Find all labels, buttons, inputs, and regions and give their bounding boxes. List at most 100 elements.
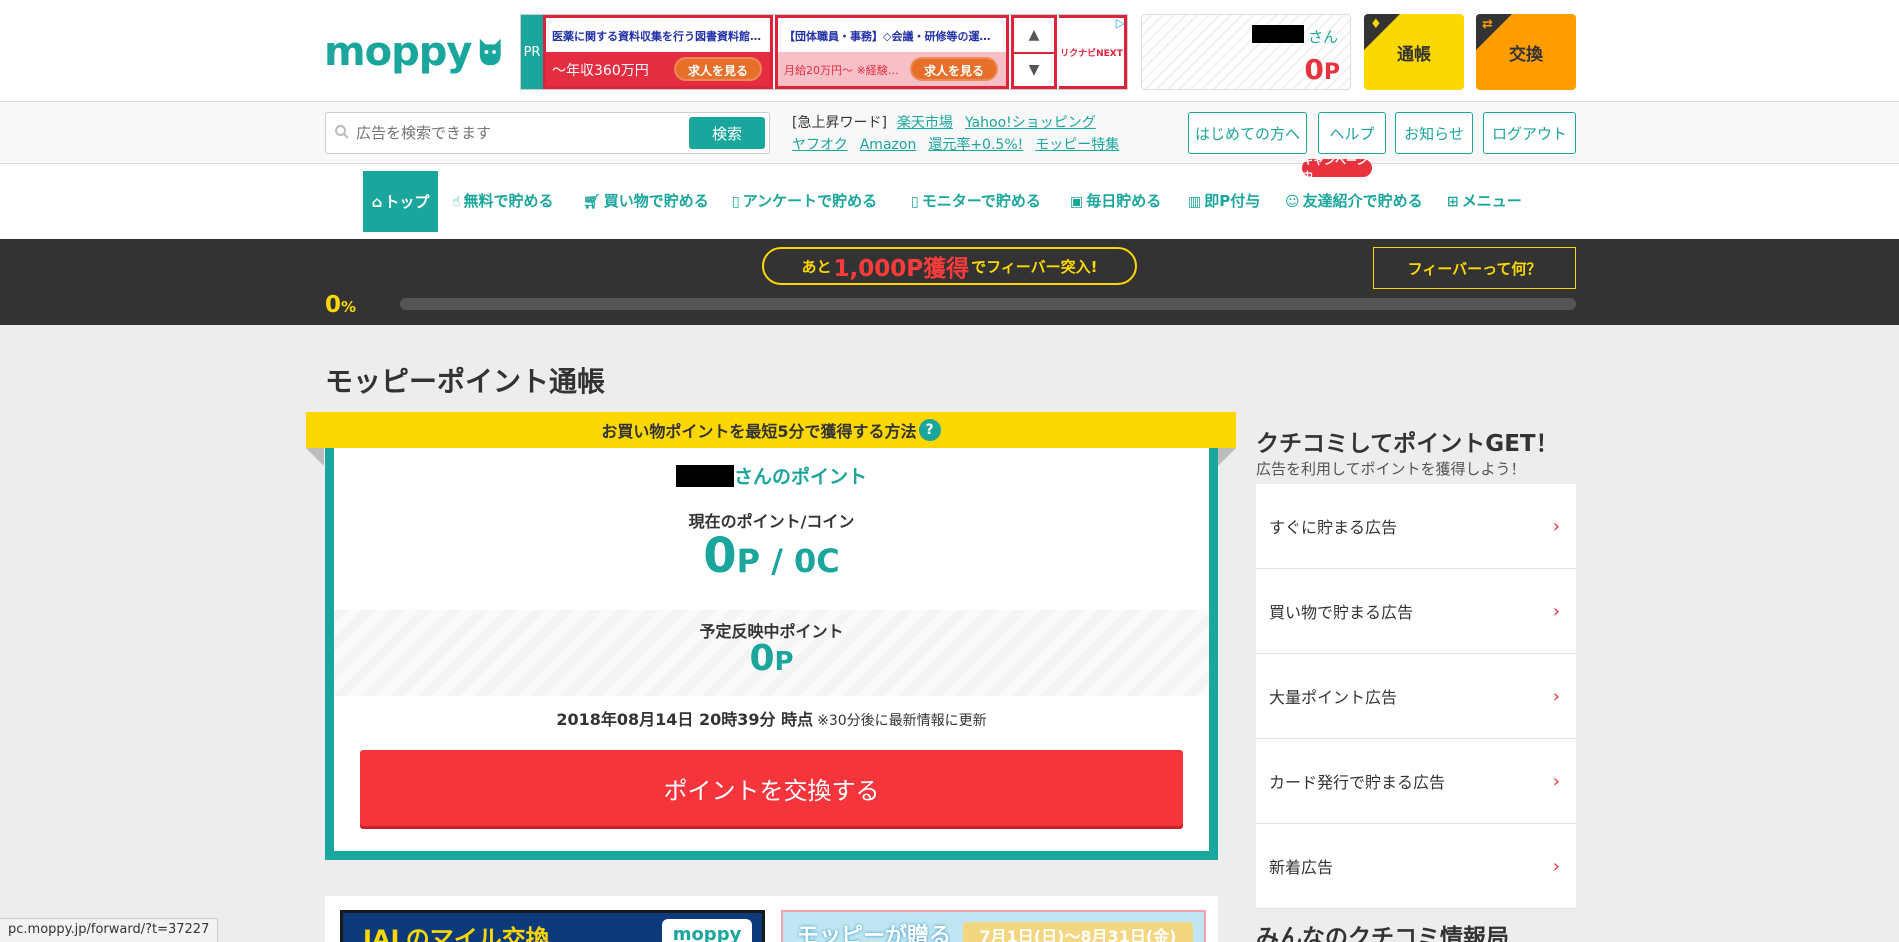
keyword-link[interactable]: Amazon — [860, 137, 917, 153]
points-holder: さんのポイント — [334, 462, 1209, 489]
sidebar-ad-categories: すぐに貯まる広告 › 買い物で貯まる広告 › 大量ポイント広告 › カード発行で貯まる… — [1256, 484, 1576, 909]
fever-percent: 0% — [325, 292, 357, 318]
redacted-username — [1252, 25, 1304, 43]
logo-text: moppy — [324, 29, 472, 75]
nav-instant[interactable]: ▥ 即P付与 — [1188, 190, 1260, 211]
ad-pr-label: PR — [521, 15, 543, 89]
nav-monitor[interactable]: ▯ モニターで貯める — [911, 190, 1041, 211]
user-points-box[interactable]: さん 0P — [1141, 14, 1351, 90]
banner-area: JALのマイル交換 moppy モッピーが贈る 7月1日(日)〜8月31日(金) — [325, 896, 1218, 942]
keyword-link[interactable]: Yahoo!ショッピング — [965, 115, 1096, 131]
ad-choices-icon[interactable]: ▷ — [1116, 16, 1125, 30]
menu-grid-icon: ⊞ — [1447, 194, 1459, 210]
sidebar-item-instant[interactable]: すぐに貯まる広告 › — [1256, 484, 1576, 569]
nav-daily[interactable]: ▣ 毎日貯める — [1070, 190, 1161, 211]
keyword-link[interactable]: モッピー特集 — [1035, 137, 1119, 153]
points-timestamp: 2018年08月14日 20時39分 時点 ※30分後に最新情報に更新 — [334, 706, 1209, 730]
keyword-link[interactable]: 楽天市場 — [897, 115, 953, 131]
piggy-bank-icon: ♦ — [1370, 17, 1382, 32]
chevron-right-icon: › — [1552, 770, 1560, 792]
summer-campaign-banner[interactable]: モッピーが贈る 7月1日(日)〜8月31日(金) — [781, 910, 1206, 942]
friends-icon: ☺ — [1285, 194, 1300, 210]
sidebar-item-label: 買い物で貯まる広告 — [1269, 603, 1414, 622]
redacted-username — [675, 465, 734, 487]
exchange-icon: ⇄ — [1482, 17, 1493, 32]
chevron-right-icon: › — [1552, 855, 1560, 877]
summer-banner-text: モッピーが贈る — [797, 924, 952, 942]
ad-2-salary: 月給20万円〜 ※経験… — [784, 64, 899, 77]
summer-banner-dates: 7月1日(日)〜8月31日(金) — [963, 922, 1193, 942]
nav-shopping[interactable]: 🛒︎ 買い物で貯める — [583, 190, 709, 211]
ad-2-button[interactable]: 求人を見る — [909, 57, 998, 81]
ad-down-arrow-icon[interactable]: ▼ — [1014, 52, 1054, 86]
sidebar-item-shopping[interactable]: 買い物で貯まる広告 › — [1256, 569, 1576, 654]
search-button[interactable]: 検索 — [689, 117, 765, 149]
fever-bar: あと 1,000P獲得 でフィーバー突入! フィーバーって何？ 0% — [0, 239, 1899, 325]
sidebar-reviews-title: みんなのクチコミ情報局 — [1256, 925, 1509, 942]
moppy-cat-icon — [479, 38, 501, 66]
hand-icon: ☝ — [452, 194, 461, 210]
nav-label: 即P付与 — [1204, 192, 1261, 210]
nav-top-label: トップ — [384, 193, 430, 211]
exchange-header-button[interactable]: ⇄ 交換 — [1476, 14, 1576, 90]
howto-text: お買い物ポイントを最短5分で獲得する方法 — [601, 422, 917, 441]
passbook-button[interactable]: ♦ 通帳 — [1364, 14, 1464, 90]
nav-referral[interactable]: ☺ 友達紹介で貯める — [1285, 190, 1423, 211]
search-box: 検索 — [325, 112, 770, 154]
moppy-logo[interactable]: moppy — [324, 29, 504, 75]
user-honorific: さん — [1307, 28, 1338, 46]
holder-suffix: さんのポイント — [733, 466, 867, 488]
howto-banner[interactable]: お買い物ポイントを最短5分で獲得する方法? — [306, 412, 1236, 448]
fever-progress-track — [400, 298, 1576, 310]
keyword-link[interactable]: 還元率+0.5%! — [928, 137, 1023, 153]
calendar-icon: ▣ — [1070, 194, 1084, 210]
nav-label: メニュー — [1461, 192, 1522, 210]
question-icon[interactable]: ? — [918, 419, 941, 441]
nav-label: 買い物で貯める — [603, 192, 709, 210]
news-button[interactable]: お知らせ — [1395, 112, 1473, 154]
keyword-link[interactable]: ヤフオク — [792, 137, 848, 153]
chevron-right-icon: › — [1552, 600, 1560, 622]
ad-1-button[interactable]: 求人を見る — [673, 57, 762, 81]
pending-points-section: 予定反映中ポイント 0P — [334, 610, 1209, 696]
search-bar-row: 検索 [急上昇ワード] 楽天市場 Yahoo!ショッピング ヤフオク Amazon 還元… — [0, 102, 1899, 164]
passbook-label: 通帳 — [1397, 44, 1431, 65]
main-nav: ⌂ トップ ☝ 無料で貯める 🛒︎ 買い物で貯める ▯ アンケートで貯める ▯ モニターで… — [0, 154, 1899, 239]
ad-panel-2[interactable]: 【団体職員・事務】◇会議・研修等の運… 月給20万円〜 ※経験… 求人を見る — [775, 15, 1009, 89]
nav-free[interactable]: ☝ 無料で貯める — [452, 190, 554, 211]
nav-label: 毎日貯める — [1086, 192, 1162, 210]
fever-prefix: あと — [801, 257, 832, 276]
exchange-points-button[interactable]: ポイントを交換する — [360, 750, 1183, 826]
exchange-label: 交換 — [1509, 44, 1543, 65]
fever-message: あと 1,000P獲得 でフィーバー突入! — [762, 247, 1137, 285]
logout-button[interactable]: ログアウト — [1483, 112, 1576, 154]
nav-top[interactable]: ⌂ トップ — [363, 171, 438, 232]
fever-suffix: でフィーバー突入! — [971, 257, 1098, 276]
user-points-value: 0P — [1304, 53, 1340, 86]
sidebar-subtitle: 広告を利用してポイントを獲得しよう！ — [1256, 460, 1526, 478]
campaign-badge: キャンペーン中 — [1302, 154, 1372, 183]
home-icon: ⌂ — [371, 192, 383, 211]
nav-label: 友達紹介で貯める — [1302, 192, 1423, 210]
beginner-guide-button[interactable]: はじめての方へ — [1188, 112, 1307, 154]
nav-menu[interactable]: ⊞ メニュー — [1447, 190, 1522, 211]
nav-survey[interactable]: ▯ アンケートで貯める — [732, 190, 877, 211]
header-ad[interactable]: PR 医薬に関する資料収集を行う図書資料館… 〜年収360万円 求人を見る 【団… — [520, 14, 1128, 90]
search-icon — [335, 125, 349, 139]
ad-up-arrow-icon[interactable]: ▲ — [1014, 18, 1054, 52]
jal-mile-banner[interactable]: JALのマイル交換 moppy — [340, 910, 765, 942]
chevron-right-icon: › — [1552, 515, 1560, 537]
timestamp-note: ※30分後に最新情報に更新 — [817, 713, 987, 729]
help-button[interactable]: ヘルプ — [1318, 112, 1386, 154]
ad-panel-1[interactable]: 医薬に関する資料収集を行う図書資料館… 〜年収360万円 求人を見る — [543, 15, 773, 89]
fever-help-button[interactable]: フィーバーって何？ — [1373, 247, 1576, 289]
sidebar-item-large-points[interactable]: 大量ポイント広告 › — [1256, 654, 1576, 739]
search-input[interactable] — [356, 121, 686, 145]
sidebar-item-label: カード発行で貯まる広告 — [1269, 773, 1446, 792]
sidebar-item-card[interactable]: カード発行で貯まる広告 › — [1256, 739, 1576, 824]
clipboard-icon: ▯ — [732, 194, 740, 210]
timestamp-text: 2018年08月14日 20時39分 時点 — [556, 710, 814, 729]
header: moppy PR 医薬に関する資料収集を行う図書資料館… 〜年収360万円 求人… — [0, 0, 1899, 102]
current-points-value: 0P / 0C — [703, 528, 840, 584]
sidebar-item-new[interactable]: 新着広告 › — [1256, 824, 1576, 909]
